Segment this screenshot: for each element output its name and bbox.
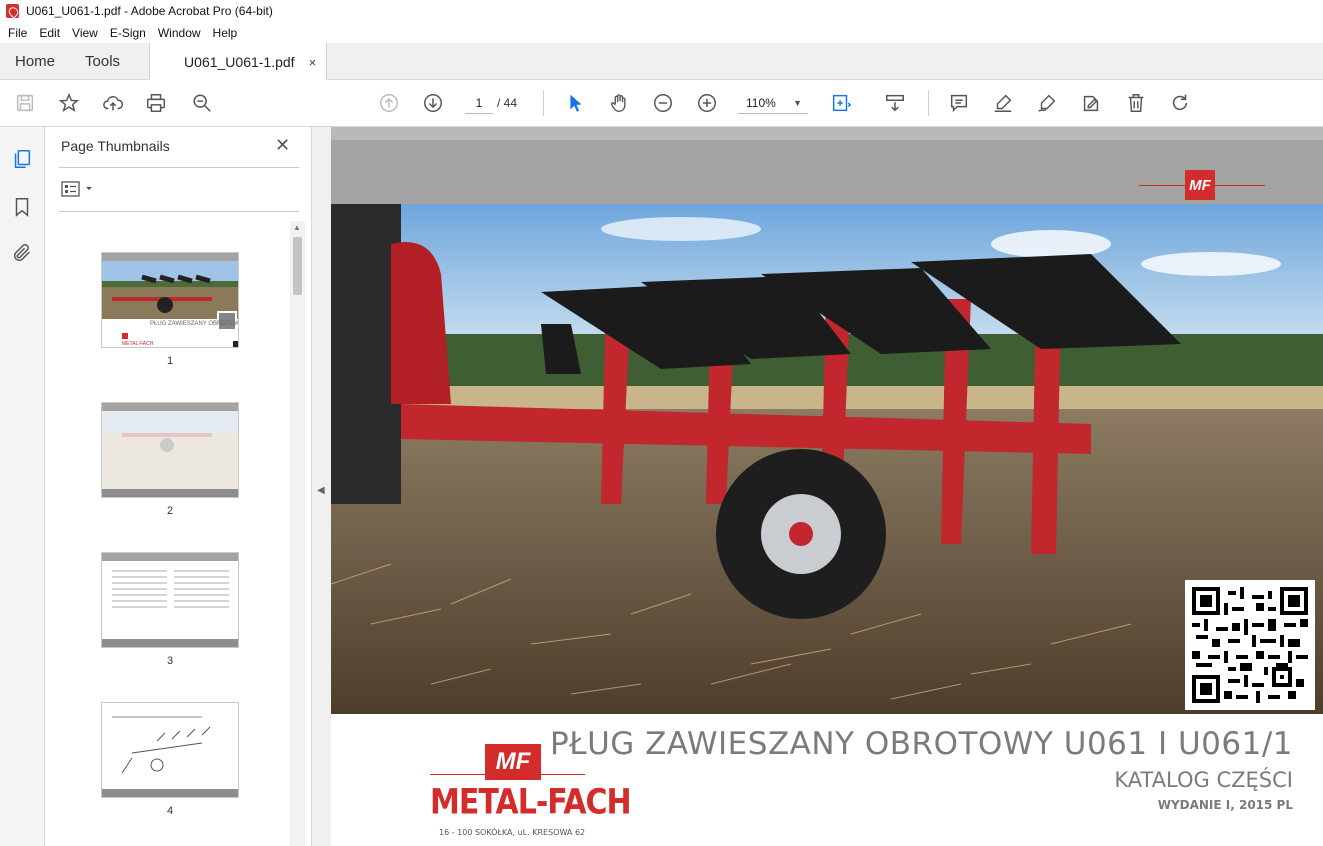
chevron-down-icon: ▼ xyxy=(793,98,802,108)
menu-view[interactable]: View xyxy=(72,26,98,40)
list-options-icon xyxy=(61,181,92,197)
page-thumbnail-label: 1 xyxy=(166,355,174,367)
menu-help[interactable]: Help xyxy=(213,26,238,40)
print-icon[interactable] xyxy=(143,90,169,116)
page-thumbnail-label: 3 xyxy=(166,655,174,667)
search-icon[interactable] xyxy=(189,90,215,116)
fit-page-icon[interactable] xyxy=(828,90,854,116)
zoom-value: 110% xyxy=(746,96,776,110)
thumbnails-panel: Page Thumbnails ✕ METAL-FACH PŁUG ZAWIES… xyxy=(45,127,312,846)
divider xyxy=(59,167,299,168)
navigation-rail xyxy=(0,127,45,846)
select-cursor-icon[interactable] xyxy=(562,90,588,116)
cover-edition: WYDANIE I, 2015 PL xyxy=(1157,798,1293,812)
page-thumbnail-4[interactable] xyxy=(101,702,239,798)
zoom-in-icon[interactable] xyxy=(694,90,720,116)
cover-subtitle: KATALOG CZĘŚCI xyxy=(1114,768,1293,792)
tab-home[interactable]: Home xyxy=(0,43,70,80)
highlight-icon[interactable] xyxy=(990,90,1016,116)
page-thumbnail-label: 4 xyxy=(166,805,174,817)
tab-tools[interactable]: Tools xyxy=(70,43,135,80)
cover-photo xyxy=(331,204,1323,714)
page-number-input[interactable]: 1 xyxy=(465,92,493,114)
page-thumbnail-2[interactable] xyxy=(101,402,239,498)
page-thumbnail-label: 2 xyxy=(166,505,174,517)
divider xyxy=(59,211,299,212)
logo-line-right xyxy=(1215,185,1265,186)
zoom-out-icon[interactable] xyxy=(650,90,676,116)
bookmark-star-icon[interactable] xyxy=(56,90,82,116)
page-thumbnail-3[interactable] xyxy=(101,552,239,648)
delete-icon[interactable] xyxy=(1123,90,1149,116)
cover-title: PŁUG ZAWIESZANY OBROTOWY U061 I U061/1 xyxy=(549,726,1293,762)
hand-icon[interactable] xyxy=(606,90,632,116)
svg-text:PŁUG ZAWIESZANY OBROTOWY U061: PŁUG ZAWIESZANY OBROTOWY U061 I U061/1 xyxy=(150,321,238,327)
tab-document[interactable]: U061_U061-1.pdf × xyxy=(149,43,328,81)
page-total: / 44 xyxy=(497,96,518,110)
qr-code xyxy=(1185,580,1315,710)
svg-text:METAL-FACH: METAL-FACH xyxy=(122,341,154,347)
menu-file[interactable]: File xyxy=(8,26,27,40)
next-page-icon[interactable] xyxy=(420,90,446,116)
brand-mf-logo: MF xyxy=(485,744,541,780)
brand-line-right xyxy=(541,774,585,775)
panel-title: Page Thumbnails xyxy=(61,138,170,154)
pdf-page: MF PŁUG ZAWIESZANY OBROTOWY U061 I U061/… xyxy=(331,140,1323,846)
scroll-mode-icon[interactable] xyxy=(882,90,908,116)
window-title: U061_U061-1.pdf - Adobe Acrobat Pro (64-… xyxy=(26,4,273,18)
prev-page-icon[interactable] xyxy=(376,90,402,116)
sign-icon[interactable] xyxy=(1034,90,1060,116)
panel-collapse-handle[interactable]: ◀ xyxy=(312,127,331,846)
menu-edit[interactable]: Edit xyxy=(39,26,60,40)
thumbnail-options-menu[interactable] xyxy=(61,179,95,199)
page-thumbnail-1[interactable]: METAL-FACH PŁUG ZAWIESZANY OBROTOWY U061… xyxy=(101,252,239,348)
toolbar-separator xyxy=(543,90,544,116)
menu-bar: File Edit View E-Sign Window Help xyxy=(0,22,1323,43)
bookmarks-icon[interactable] xyxy=(10,195,34,219)
acrobat-icon xyxy=(6,4,19,18)
scroll-up-icon[interactable]: ▲ xyxy=(293,223,301,232)
edit-icon[interactable] xyxy=(1078,90,1104,116)
tab-bar: Home Tools U061_U061-1.pdf × xyxy=(0,43,1323,81)
upload-icon[interactable] xyxy=(100,90,126,116)
attachments-icon[interactable] xyxy=(10,241,34,265)
toolbar: 1 / 44 110% ▼ xyxy=(0,80,1323,127)
tab-close-button[interactable]: × xyxy=(309,55,317,70)
document-view[interactable]: MF PŁUG ZAWIESZANY OBROTOWY U061 I U061/… xyxy=(331,127,1323,846)
menu-window[interactable]: Window xyxy=(158,26,201,40)
zoom-select[interactable]: 110% ▼ xyxy=(738,92,808,114)
logo-line-left xyxy=(1139,185,1185,186)
brand-address: 16 - 100 SOKÓŁKA, uL. KRESOWA 62 xyxy=(439,828,586,837)
brand-name: METAL-FACH xyxy=(430,782,632,823)
page-thumbnails-icon[interactable] xyxy=(10,147,34,171)
title-bar: U061_U061-1.pdf - Adobe Acrobat Pro (64-… xyxy=(0,0,1323,22)
thumbnails-scrollbar[interactable]: ▲ xyxy=(290,221,305,846)
chevron-left-icon[interactable]: ◀ xyxy=(317,485,325,496)
tab-document-label: U061_U061-1.pdf xyxy=(184,54,295,70)
brand-line-left xyxy=(430,774,485,775)
header-mf-logo: MF xyxy=(1185,170,1215,200)
menu-esign[interactable]: E-Sign xyxy=(110,26,146,40)
close-icon[interactable]: ✕ xyxy=(275,135,290,156)
toolbar-separator xyxy=(928,90,929,116)
save-icon[interactable] xyxy=(12,90,38,116)
scrollbar-thumb[interactable] xyxy=(293,237,302,295)
page-header-band: MF xyxy=(331,140,1323,204)
comment-icon[interactable] xyxy=(946,90,972,116)
rotate-icon[interactable] xyxy=(1167,90,1193,116)
